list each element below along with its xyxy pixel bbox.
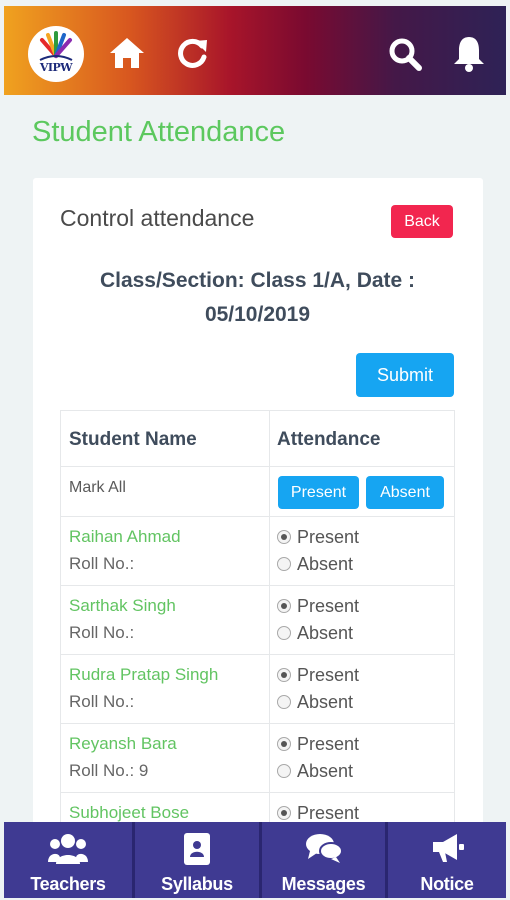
table-row: Sarthak Singh Roll No.: Present Absent xyxy=(61,586,454,655)
roll-number: Roll No.: xyxy=(69,692,135,711)
present-option-label: Present xyxy=(297,803,360,823)
submit-button[interactable]: Submit xyxy=(356,353,454,397)
absent-radio[interactable] xyxy=(277,626,291,640)
date-line: 05/10/2019 xyxy=(204,303,311,326)
present-radio[interactable] xyxy=(277,530,291,544)
mark-all-row: Mark All Present Absent xyxy=(61,467,454,517)
present-option-label: Present xyxy=(297,734,360,754)
absent-radio[interactable] xyxy=(277,764,291,778)
back-button[interactable]: Back xyxy=(391,205,453,238)
attendance-table: Student Name Attendance Mark All Present… xyxy=(60,410,455,829)
class-section-date: Class/Section: Class 1/A, Date : 05/10/2… xyxy=(60,264,455,332)
mark-all-present-button[interactable]: Present xyxy=(278,476,359,509)
class-section-line: Class/Section: Class 1/A, Date : xyxy=(99,269,416,292)
present-option[interactable]: Present xyxy=(277,527,359,548)
absent-option-label: Absent xyxy=(297,761,354,781)
student-name: Reyansh Bara xyxy=(69,734,177,753)
table-header-row: Student Name Attendance xyxy=(61,411,454,467)
mark-all-label: Mark All xyxy=(69,479,126,496)
present-option[interactable]: Present xyxy=(277,734,359,755)
nav-label: Syllabus xyxy=(161,874,233,894)
absent-option[interactable]: Absent xyxy=(277,761,353,782)
present-radio[interactable] xyxy=(277,737,291,751)
present-radio[interactable] xyxy=(277,599,291,613)
student-name-header: Student Name xyxy=(69,429,197,450)
present-radio[interactable] xyxy=(277,806,291,820)
mark-all-absent-button[interactable]: Absent xyxy=(366,476,444,509)
nav-label: Messages xyxy=(281,874,366,894)
nav-label: Teachers xyxy=(30,874,106,894)
present-option[interactable]: Present xyxy=(277,596,359,617)
nav-messages[interactable]: Messages xyxy=(262,822,385,898)
table-row: Rudra Pratap Singh Roll No.: Present Abs… xyxy=(61,655,454,724)
present-option-label: Present xyxy=(297,665,360,685)
present-option[interactable]: Present xyxy=(277,803,359,824)
chat-bubbles-icon xyxy=(305,834,343,863)
absent-option[interactable]: Absent xyxy=(277,623,353,644)
absent-option-label: Absent xyxy=(297,554,354,574)
megaphone-icon xyxy=(433,834,464,862)
bottom-nav: Teachers Syllabus Messages Notice xyxy=(4,822,506,898)
absent-option-label: Absent xyxy=(297,692,354,712)
present-option-label: Present xyxy=(297,527,360,547)
absent-option-label: Absent xyxy=(297,623,354,643)
absent-radio[interactable] xyxy=(277,695,291,709)
table-row: Reyansh Bara Roll No.: 9 Present Absent xyxy=(61,724,454,793)
users-icon xyxy=(48,834,88,864)
nav-teachers[interactable]: Teachers xyxy=(4,822,132,898)
student-name: Rudra Pratap Singh xyxy=(69,665,219,684)
app-header: VIPW xyxy=(4,6,506,95)
logo-text: VIPW xyxy=(39,61,73,74)
roll-number: Roll No.: xyxy=(69,554,135,573)
syllabus-book-icon xyxy=(184,833,210,865)
search-icon[interactable] xyxy=(388,37,422,76)
nav-label: Notice xyxy=(420,874,474,894)
student-name: Subhojeet Bose xyxy=(69,803,190,822)
absent-option[interactable]: Absent xyxy=(277,554,353,575)
absent-option[interactable]: Absent xyxy=(277,692,353,713)
student-name: Raihan Ahmad xyxy=(69,527,181,546)
page-title: Student Attendance xyxy=(32,116,286,148)
school-logo[interactable]: VIPW xyxy=(28,26,84,82)
student-name: Sarthak Singh xyxy=(69,596,176,615)
roll-number: Roll No.: 9 xyxy=(69,761,149,780)
nav-notice[interactable]: Notice xyxy=(388,822,506,898)
table-row: Raihan Ahmad Roll No.: Present Absent xyxy=(61,517,454,586)
absent-radio[interactable] xyxy=(277,557,291,571)
nav-syllabus[interactable]: Syllabus xyxy=(135,822,259,898)
bell-icon[interactable] xyxy=(452,34,486,77)
attendance-header: Attendance xyxy=(277,429,381,450)
refresh-icon[interactable] xyxy=(176,37,210,74)
card-title: Control attendance xyxy=(60,205,255,231)
home-icon[interactable] xyxy=(108,36,146,75)
present-option[interactable]: Present xyxy=(277,665,359,686)
present-option-label: Present xyxy=(297,596,360,616)
present-radio[interactable] xyxy=(277,668,291,682)
roll-number: Roll No.: xyxy=(69,623,135,642)
